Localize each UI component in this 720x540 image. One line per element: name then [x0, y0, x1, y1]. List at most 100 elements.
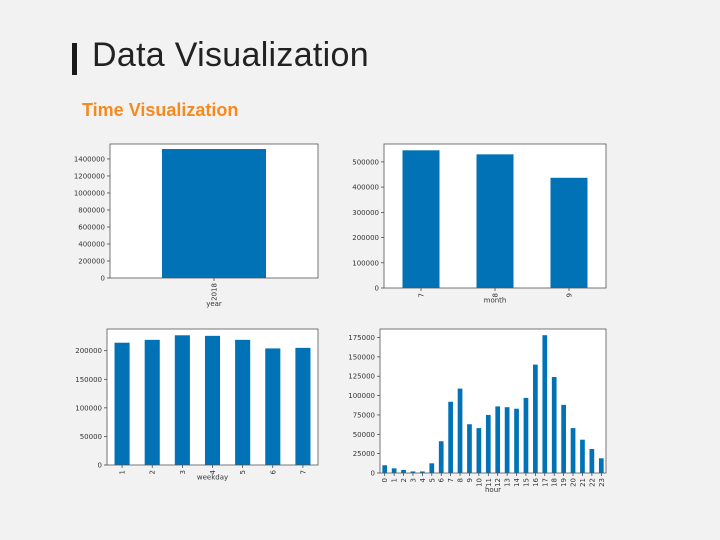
y-tick-label: 500000 [352, 158, 379, 166]
bar-1 [391, 468, 397, 473]
bar-15 [523, 397, 529, 473]
y-tick-label: 0 [101, 275, 105, 283]
x-tick-label: 6 [269, 469, 277, 474]
x-tick-label: 10 [475, 478, 483, 487]
x-tick-label: 2018 [211, 283, 219, 301]
bar-1 [114, 342, 130, 465]
x-tick-label: 19 [560, 478, 568, 487]
y-tick-label: 50000 [80, 433, 102, 441]
x-tick-label: 2 [149, 470, 157, 474]
x-tick-label: 14 [513, 477, 521, 486]
bar-5 [429, 463, 435, 473]
x-tick-label: 7 [299, 470, 307, 474]
y-tick-label: 150000 [75, 376, 102, 384]
y-tick-label: 1000000 [74, 189, 105, 197]
bar-18 [551, 377, 557, 473]
bar-2 [401, 469, 406, 473]
x-tick-label: 9 [466, 478, 474, 482]
x-tick-label: 1 [391, 478, 399, 482]
x-tick-label: 16 [532, 477, 540, 486]
bar-8 [476, 154, 514, 288]
bar-6 [265, 348, 281, 465]
y-tick-label: 200000 [75, 347, 102, 355]
y-tick-label: 0 [98, 462, 102, 470]
bar-4 [204, 335, 221, 465]
chart-year: 2018 0 200000 400000 600000 800000 1000000 1200… [74, 143, 319, 308]
bar-19 [561, 404, 566, 473]
bar-12 [495, 406, 501, 473]
bar-13 [504, 407, 510, 473]
bar-3 [174, 335, 190, 465]
bar-2 [144, 339, 160, 465]
y-tick-label: 175000 [348, 334, 375, 342]
y-tick-label: 125000 [348, 373, 375, 381]
x-tick-label: 5 [239, 470, 247, 474]
x-axis-label: weekday [197, 474, 228, 482]
x-tick-label: 23 [598, 478, 606, 487]
chart-weekday: 1 2 3 4 5 6 7050000100000150000200000weekday [75, 328, 319, 482]
x-tick-label: 3 [179, 470, 187, 474]
bar-7 [448, 401, 453, 473]
bar-10 [476, 428, 482, 473]
bar-17 [542, 335, 548, 473]
x-tick-label: 1 [119, 470, 127, 474]
x-tick-label: 15 [522, 478, 530, 487]
chart-hour: 0 1 2 3 4 5 6 7 8 9 10 11 12 13 14 15 16 17 18 19 20 21 22 2302… [348, 328, 607, 494]
x-tick-label: 18 [551, 478, 559, 487]
x-tick-label: 0 [381, 478, 389, 482]
x-axis-label: month [484, 297, 507, 305]
x-tick-label: 13 [504, 478, 512, 487]
y-tick-label: 300000 [352, 209, 379, 217]
charts-canvas: 2018020000040000060000080000010000001200… [74, 143, 607, 494]
bar-7 [402, 150, 440, 288]
y-tick-label: 150000 [348, 353, 375, 361]
y-tick-label: 400000 [78, 240, 105, 248]
x-tick-label: 7 [447, 478, 455, 482]
y-tick-label: 400000 [352, 184, 379, 192]
x-tick-label: 5 [428, 478, 436, 482]
x-axis-label: hour [485, 486, 501, 494]
bar-22 [589, 449, 595, 473]
x-tick-label: 8 [457, 478, 465, 482]
y-tick-label: 75000 [353, 411, 375, 419]
bar-20 [570, 428, 576, 473]
x-tick-label: 20 [570, 478, 578, 487]
bar-11 [485, 414, 491, 473]
x-tick-label: 3 [409, 478, 417, 482]
x-tick-label: 21 [579, 478, 587, 487]
y-tick-label: 0 [375, 285, 379, 293]
x-tick-label: 17 [541, 478, 549, 487]
y-tick-label: 0 [371, 470, 375, 478]
x-tick-label: 2 [400, 478, 408, 482]
x-tick-label: 4 [419, 477, 427, 482]
chart-month: 7 8 90100000200000300000400000500000month [352, 143, 607, 305]
bar-21 [580, 439, 585, 473]
bar-2018 [162, 149, 266, 278]
y-tick-label: 200000 [78, 257, 105, 265]
bar-5 [235, 339, 251, 465]
y-tick-label: 800000 [78, 206, 105, 214]
bar-9 [467, 424, 472, 473]
y-tick-label: 100000 [75, 404, 102, 412]
x-tick-label: 7 [418, 293, 426, 297]
y-tick-label: 600000 [78, 223, 105, 231]
y-tick-label: 50000 [353, 431, 375, 439]
x-tick-label: 6 [438, 477, 446, 482]
bar-14 [514, 408, 519, 473]
y-tick-label: 1400000 [74, 155, 105, 163]
x-tick-label: 9 [566, 293, 574, 297]
y-tick-label: 25000 [353, 450, 375, 458]
bar-16 [533, 364, 538, 473]
y-tick-label: 100000 [352, 259, 379, 267]
x-tick-label: 22 [588, 478, 596, 487]
y-tick-label: 100000 [348, 392, 375, 400]
x-axis-label: year [206, 300, 222, 308]
bar-23 [598, 458, 604, 473]
bar-9 [550, 177, 588, 288]
bar-6 [438, 441, 444, 473]
bar-0 [382, 465, 388, 473]
y-tick-label: 1200000 [74, 172, 105, 180]
bar-8 [457, 388, 463, 473]
y-tick-label: 200000 [352, 234, 379, 242]
bar-7 [295, 347, 311, 465]
